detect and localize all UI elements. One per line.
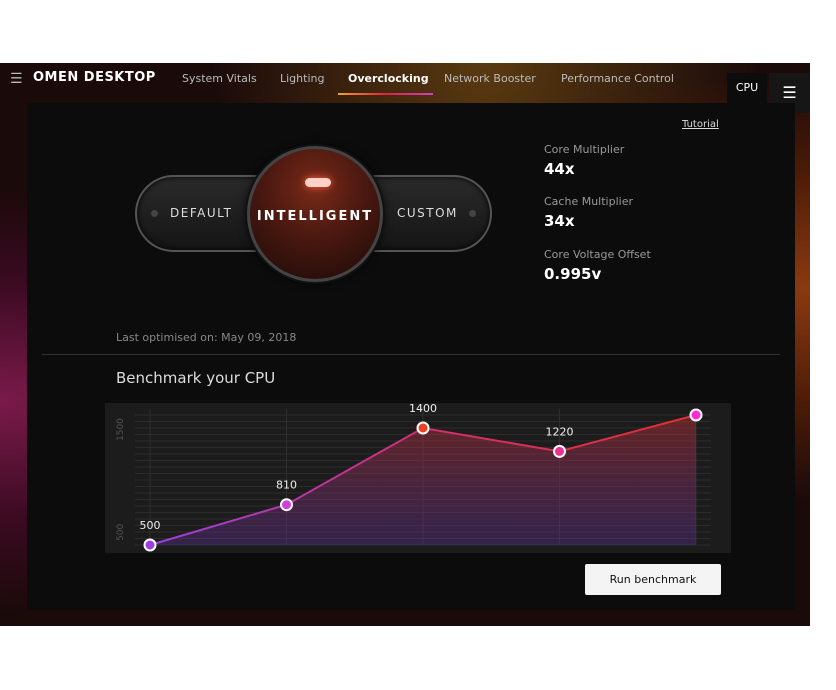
divider [42,354,780,355]
voltage-offset-label: Core Voltage Offset [544,248,651,261]
y-tick-label: 1500 [116,418,126,441]
data-label: 1220 [546,425,574,438]
mode-intelligent-knob[interactable]: INTELLIGENT [247,146,383,282]
cpu-tab-label: CPU [735,81,759,94]
tab-overclocking[interactable]: Overclocking [348,72,429,85]
tab-performance-control[interactable]: Performance Control [561,72,674,85]
data-label: 810 [276,479,297,492]
data-point [416,421,430,435]
active-tab-indicator [338,93,433,95]
app-window: ☰ OMEN DESKTOP System Vitals Lighting Ov… [0,63,810,626]
mode-intelligent: INTELLIGENT [256,209,374,224]
mode-default[interactable]: DEFAULT [170,206,232,220]
tab-system-vitals[interactable]: System Vitals [182,72,257,85]
data-point [553,444,566,458]
core-multiplier-value: 44x [544,160,575,178]
last-optimised: Last optimised on: May 09, 2018 [116,331,297,344]
cache-multiplier-value: 34x [544,212,575,230]
hamburger-icon[interactable]: ☰ [10,71,23,87]
mode-custom[interactable]: CUSTOM [397,206,458,220]
core-multiplier-label: Core Multiplier [544,143,625,156]
tutorial-link[interactable]: Tutorial [682,119,719,130]
voltage-offset-value: 0.995v [544,265,602,283]
top-bar: ☰ OMEN DESKTOP System Vitals Lighting Ov… [0,63,810,103]
benchmark-chart: 5008101400122015005001500 [105,403,731,553]
cache-multiplier-label: Cache Multiplier [544,195,633,208]
app-title: OMEN DESKTOP [33,70,156,85]
active-led-icon [305,178,331,187]
default-indicator [151,210,158,217]
data-point [143,538,157,552]
tab-lighting[interactable]: Lighting [280,72,324,85]
benchmark-title: Benchmark your CPU [116,369,276,387]
overclocking-panel: Tutorial DEFAULT CUSTOM INTELLIGENT Core… [27,103,795,610]
tab-network-booster[interactable]: Network Booster [444,72,536,85]
data-point [280,498,293,512]
run-benchmark-button[interactable]: Run benchmark [585,564,721,595]
data-label: 1400 [409,403,437,415]
y-tick-label: 500 [116,524,126,541]
custom-indicator [469,210,476,217]
data-label: 500 [140,519,161,532]
data-point [689,408,703,422]
